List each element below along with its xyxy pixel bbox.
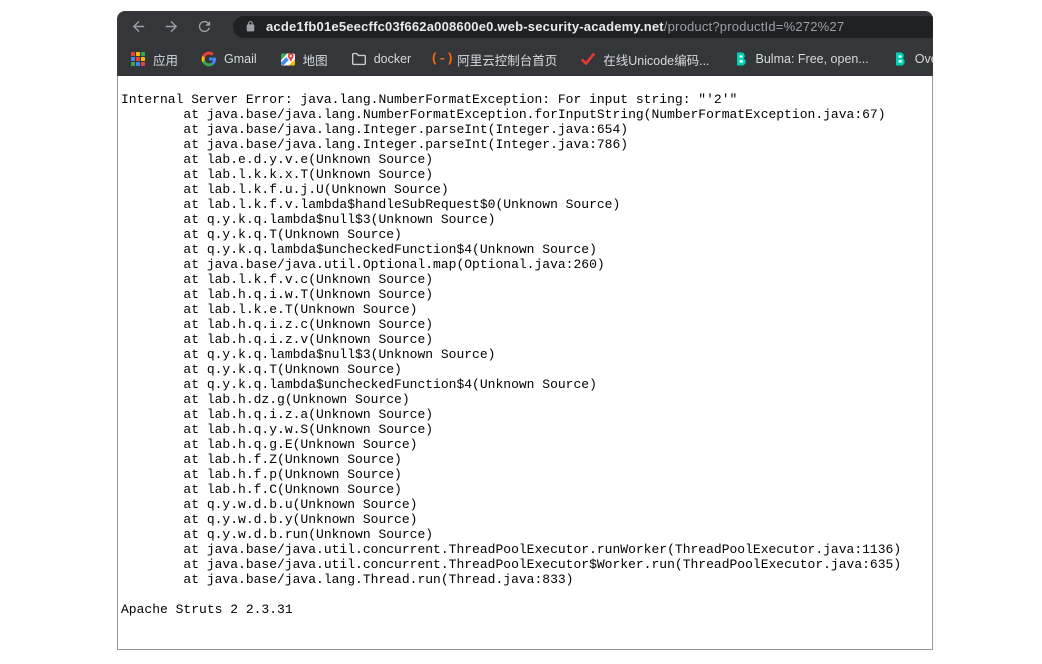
- bookmark-item[interactable]: Gmail: [201, 51, 257, 67]
- bookmark-label: Bulma: Free, open...: [756, 52, 869, 66]
- url-text: acde1fb01e5eecffc03f662a008600e0.web-sec…: [266, 19, 844, 34]
- forward-button[interactable]: [159, 15, 183, 39]
- browser-toolbar: acde1fb01e5eecffc03f662a008600e0.web-sec…: [117, 11, 933, 42]
- bookmark-label: 地图: [303, 50, 328, 69]
- bookmark-item[interactable]: Overview | B: [892, 51, 933, 67]
- bookmark-label: Overview | B: [915, 52, 933, 66]
- google-g-icon: [201, 51, 217, 67]
- aliyun-icon: (-): [434, 51, 450, 67]
- page-content: Internal Server Error: java.lang.NumberF…: [117, 76, 933, 650]
- folder-icon: [351, 51, 367, 67]
- bookmark-label: 应用: [153, 50, 178, 69]
- reload-button[interactable]: [192, 15, 216, 39]
- url-domain: acde1fb01e5eecffc03f662a008600e0.web-sec…: [266, 19, 664, 34]
- bookmark-label: Gmail: [224, 52, 257, 66]
- bookmarks-bar: 应用 Gmail 地图 docker (-) 阿里云控制台首页 在线Unicod…: [117, 42, 933, 76]
- error-page-text: Internal Server Error: java.lang.NumberF…: [118, 76, 932, 617]
- arrow-right-icon: [163, 18, 180, 35]
- stack-trace: at java.base/java.lang.NumberFormatExcep…: [121, 107, 901, 587]
- bookmark-item[interactable]: 在线Unicode编码...: [580, 50, 709, 69]
- bookmark-label: docker: [374, 52, 412, 66]
- bulma-icon: [733, 51, 749, 67]
- google-maps-icon: [280, 51, 296, 67]
- apps-grid-icon: [130, 51, 146, 67]
- bookmark-item[interactable]: 应用: [130, 50, 178, 69]
- bookmark-label: 阿里云控制台首页: [457, 50, 557, 69]
- url-path: /product?productId=%272%27: [664, 19, 844, 34]
- address-bar[interactable]: acde1fb01e5eecffc03f662a008600e0.web-sec…: [233, 16, 933, 38]
- browser-window: acde1fb01e5eecffc03f662a008600e0.web-sec…: [117, 11, 933, 650]
- back-button[interactable]: [126, 15, 150, 39]
- bookmark-item[interactable]: (-) 阿里云控制台首页: [434, 50, 557, 69]
- bookmark-label: 在线Unicode编码...: [603, 50, 709, 69]
- bookmark-item[interactable]: 地图: [280, 50, 328, 69]
- bookmark-item[interactable]: Bulma: Free, open...: [733, 51, 869, 67]
- arrow-left-icon: [130, 18, 147, 35]
- server-version-footer: Apache Struts 2 2.3.31: [121, 602, 293, 617]
- padlock-icon: [244, 20, 257, 33]
- reload-icon: [196, 18, 213, 35]
- bookmark-item[interactable]: docker: [351, 51, 412, 67]
- red-check-icon: [580, 51, 596, 67]
- error-message: Internal Server Error: java.lang.NumberF…: [121, 92, 737, 107]
- bulma-icon: [892, 51, 908, 67]
